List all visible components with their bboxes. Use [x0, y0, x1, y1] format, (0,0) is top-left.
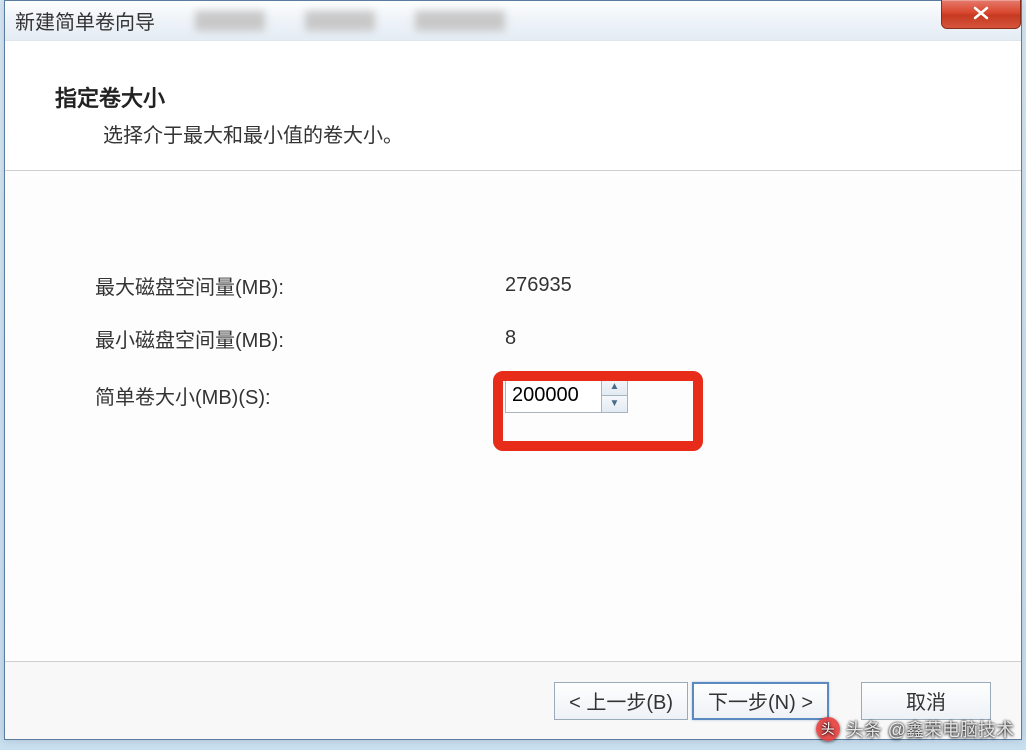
spinner-down-button[interactable]: ▼	[602, 396, 627, 413]
cancel-button[interactable]: 取消	[861, 682, 991, 720]
spinner-buttons: ▲ ▼	[601, 378, 627, 412]
next-button[interactable]: 下一步(N) >	[692, 682, 829, 720]
max-space-label: 最大磁盘空间量(MB):	[95, 271, 505, 300]
spinner-up-button[interactable]: ▲	[602, 378, 627, 396]
back-button[interactable]: < 上一步(B)	[554, 682, 688, 720]
background-blur	[195, 11, 505, 31]
titlebar: 新建简单卷向导	[5, 1, 1021, 41]
max-space-value: 276935	[505, 274, 941, 297]
volume-size-spinner: ▲ ▼	[505, 377, 628, 413]
min-space-value: 8	[505, 327, 941, 350]
min-space-row: 最小磁盘空间量(MB): 8	[95, 324, 941, 353]
max-space-row: 最大磁盘空间量(MB): 276935	[95, 271, 941, 300]
volume-size-label: 简单卷大小(MB)(S):	[95, 381, 505, 410]
close-button[interactable]	[941, 0, 1021, 29]
wizard-window: 新建简单卷向导 指定卷大小 选择介于最大和最小值的卷大小。 最大磁盘空间量(MB…	[4, 0, 1022, 740]
volume-size-row: 简单卷大小(MB)(S): ▲ ▼	[95, 377, 941, 413]
wizard-footer: < 上一步(B) 下一步(N) > 取消	[5, 661, 1021, 739]
window-title: 新建简单卷向导	[15, 6, 155, 35]
wizard-header: 指定卷大小 选择介于最大和最小值的卷大小。	[5, 41, 1021, 171]
min-space-label: 最小磁盘空间量(MB):	[95, 324, 505, 353]
page-subtitle: 选择介于最大和最小值的卷大小。	[103, 119, 1001, 148]
volume-size-input[interactable]	[506, 378, 601, 412]
chevron-up-icon: ▲	[610, 381, 620, 392]
chevron-down-icon: ▼	[610, 398, 620, 409]
wizard-content: 最大磁盘空间量(MB): 276935 最小磁盘空间量(MB): 8 简单卷大小…	[5, 171, 1021, 661]
close-icon	[972, 4, 990, 25]
page-title: 指定卷大小	[55, 81, 1001, 113]
